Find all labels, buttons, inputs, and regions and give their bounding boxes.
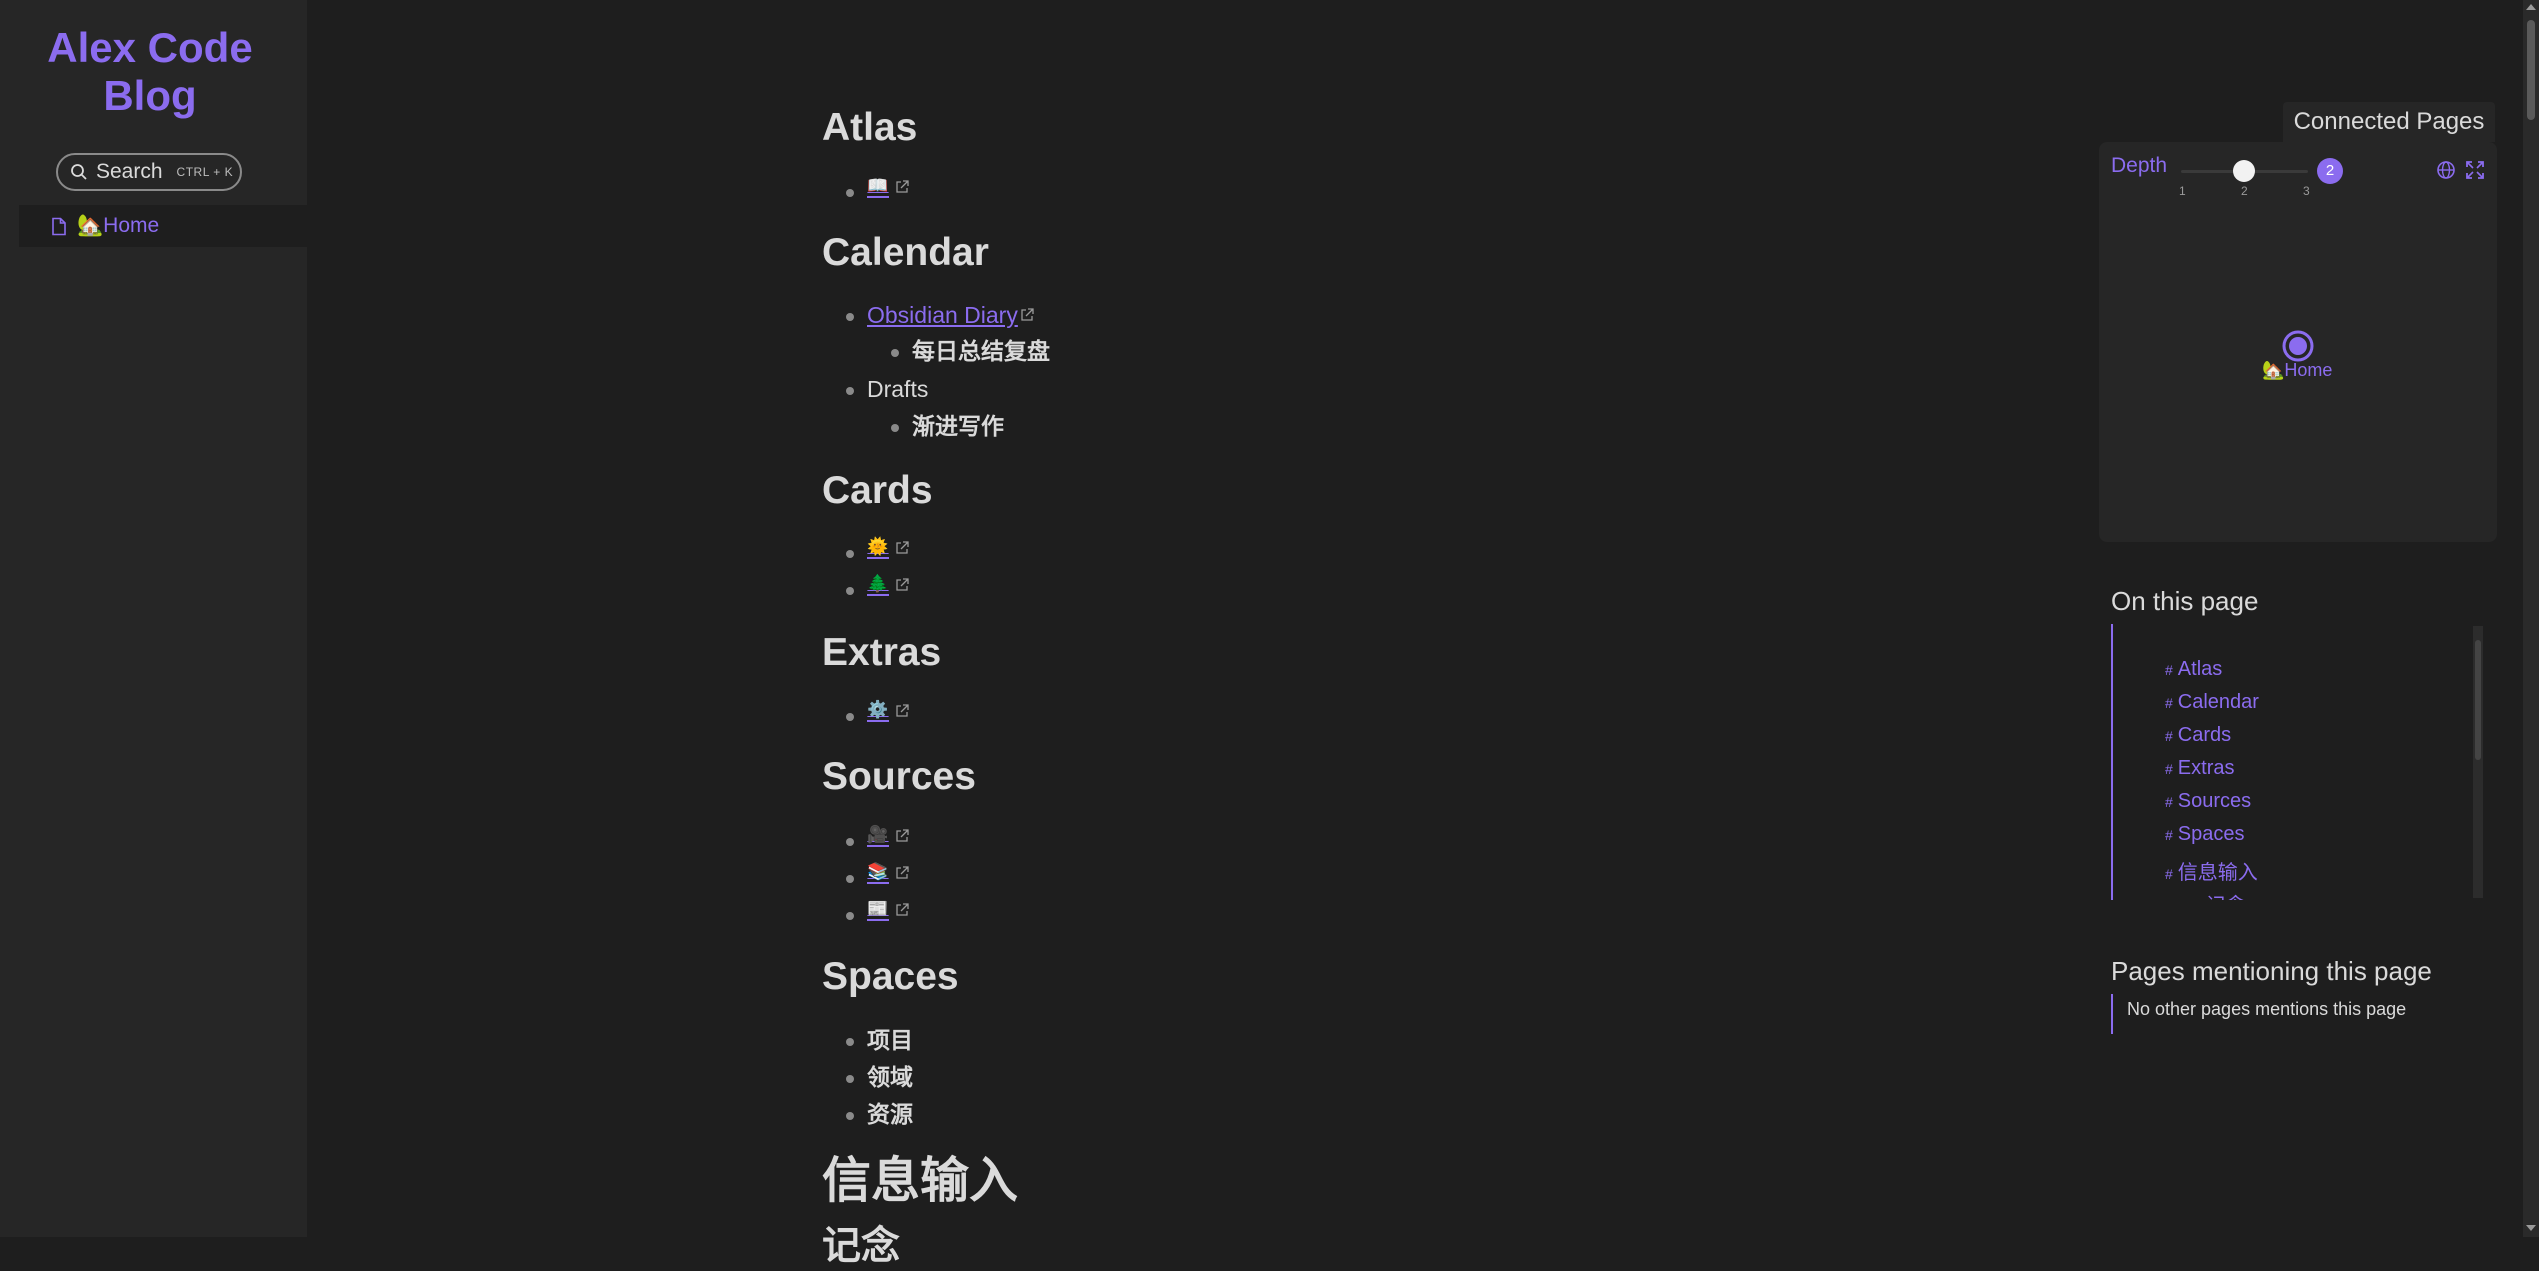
toc-scrollbar-thumb[interactable] <box>2475 640 2481 760</box>
scroll-down-icon[interactable] <box>2526 1225 2536 1231</box>
external-link-icon <box>896 578 909 591</box>
depth-tick: 3 <box>2303 184 2310 198</box>
globe-icon[interactable] <box>2436 160 2456 180</box>
search-icon <box>71 164 87 180</box>
heading-extras: Extras <box>822 631 942 674</box>
main-content: Atlas 📖 Calendar Obsidian Diary 每日总结复盘 D… <box>822 0 2022 1268</box>
backlinks-empty-text: No other pages mentions this page <box>2127 999 2407 1019</box>
sidebar-item-home[interactable]: 🏡Home <box>19 205 307 247</box>
site-title[interactable]: Alex Code Blog <box>0 24 300 120</box>
toc-title: On this page <box>2111 586 2259 616</box>
list-item: 📰 <box>846 899 909 921</box>
page-scrollbar[interactable] <box>2523 0 2539 1237</box>
graph-node-home[interactable] <box>2281 329 2315 363</box>
graph-node-label[interactable]: 🏡Home <box>2262 360 2332 381</box>
backlinks-title: Pages mentioning this page <box>2111 956 2432 986</box>
sources-link[interactable]: 📰 <box>867 899 889 921</box>
toc-item-atlas[interactable]: # Atlas <box>2165 658 2222 681</box>
list-item: Obsidian Diary <box>846 300 1034 330</box>
list-item: 渐进写作 <box>891 413 1004 439</box>
external-link-icon <box>896 903 909 916</box>
sidebar: Alex Code Blog Search CTRL + K 🏡Home <box>0 0 307 1237</box>
list-item: 资源 <box>846 1101 913 1127</box>
cards-link[interactable]: 🌞 <box>867 537 889 559</box>
list-item: 每日总结复盘 <box>891 338 1050 364</box>
list-item: 🌲 <box>846 574 909 596</box>
expand-icon[interactable] <box>2465 160 2485 180</box>
page-scrollbar-thumb[interactable] <box>2527 20 2535 120</box>
toc-item-sources[interactable]: # Sources <box>2165 790 2251 813</box>
backlinks-list: No other pages mentions this page <box>2111 994 2406 1034</box>
heading-sources: Sources <box>822 755 976 798</box>
search-shortcut: CTRL + K <box>176 165 234 179</box>
toc-item-calendar[interactable]: # Calendar <box>2165 691 2259 714</box>
list-item: Drafts <box>845 376 929 402</box>
external-link-icon <box>896 866 909 879</box>
heading-cards: Cards <box>822 469 933 512</box>
atlas-link[interactable]: 📖 <box>867 176 889 198</box>
external-link-icon <box>896 180 909 193</box>
depth-tick: 2 <box>2241 184 2248 198</box>
depth-slider-handle[interactable] <box>2233 160 2255 182</box>
external-link-icon <box>896 541 909 554</box>
list-item: 🌞 <box>846 537 909 559</box>
heading-atlas: Atlas <box>822 106 918 149</box>
search-label: Search <box>96 160 163 183</box>
external-link-icon <box>896 704 909 717</box>
sidebar-item-label: 🏡Home <box>77 214 160 237</box>
depth-value-badge: 2 <box>2317 158 2343 184</box>
table-of-contents: # Atlas # Calendar # Cards # Extras # Sources… <box>2111 624 2482 900</box>
toc-item-spaces[interactable]: # Spaces <box>2165 823 2245 846</box>
external-link-icon <box>896 829 909 842</box>
toc-item-next[interactable]: #记念 <box>2193 889 2246 900</box>
sources-link[interactable]: 📚 <box>867 862 889 884</box>
cards-link[interactable]: 🌲 <box>867 574 889 596</box>
list-item: 项目 <box>846 1027 913 1053</box>
file-icon <box>52 217 66 235</box>
graph-view[interactable]: Depth 1 2 3 2 🏡Home <box>2099 142 2497 542</box>
external-link-icon <box>1021 308 1034 321</box>
toc-item-cards[interactable]: # Cards <box>2165 724 2231 747</box>
list-item: 📚 <box>846 862 909 884</box>
obsidian-diary-link[interactable]: Obsidian Diary <box>867 300 1018 330</box>
list-item: ⚙️ <box>846 700 909 722</box>
list-item: 📖 <box>846 176 909 198</box>
heading-calendar: Calendar <box>822 231 989 274</box>
scroll-up-icon[interactable] <box>2526 4 2536 10</box>
heading-spaces: Spaces <box>822 955 959 998</box>
heading-info: 信息输入 <box>822 1154 1019 1208</box>
list-item: 🎥 <box>846 825 909 847</box>
search-button[interactable]: Search CTRL + K <box>56 153 242 191</box>
toc-item-extras[interactable]: # Extras <box>2165 757 2234 780</box>
sources-link[interactable]: 🎥 <box>867 825 889 847</box>
graph-title: Connected Pages <box>2283 102 2495 142</box>
depth-label: Depth <box>2111 154 2168 177</box>
depth-tick: 1 <box>2179 184 2186 198</box>
extras-link[interactable]: ⚙️ <box>867 700 889 722</box>
list-item: 领域 <box>846 1064 913 1090</box>
heading-next: 记念 <box>822 1225 901 1268</box>
toc-item-info[interactable]: # 信息输入 <box>2165 856 2258 885</box>
